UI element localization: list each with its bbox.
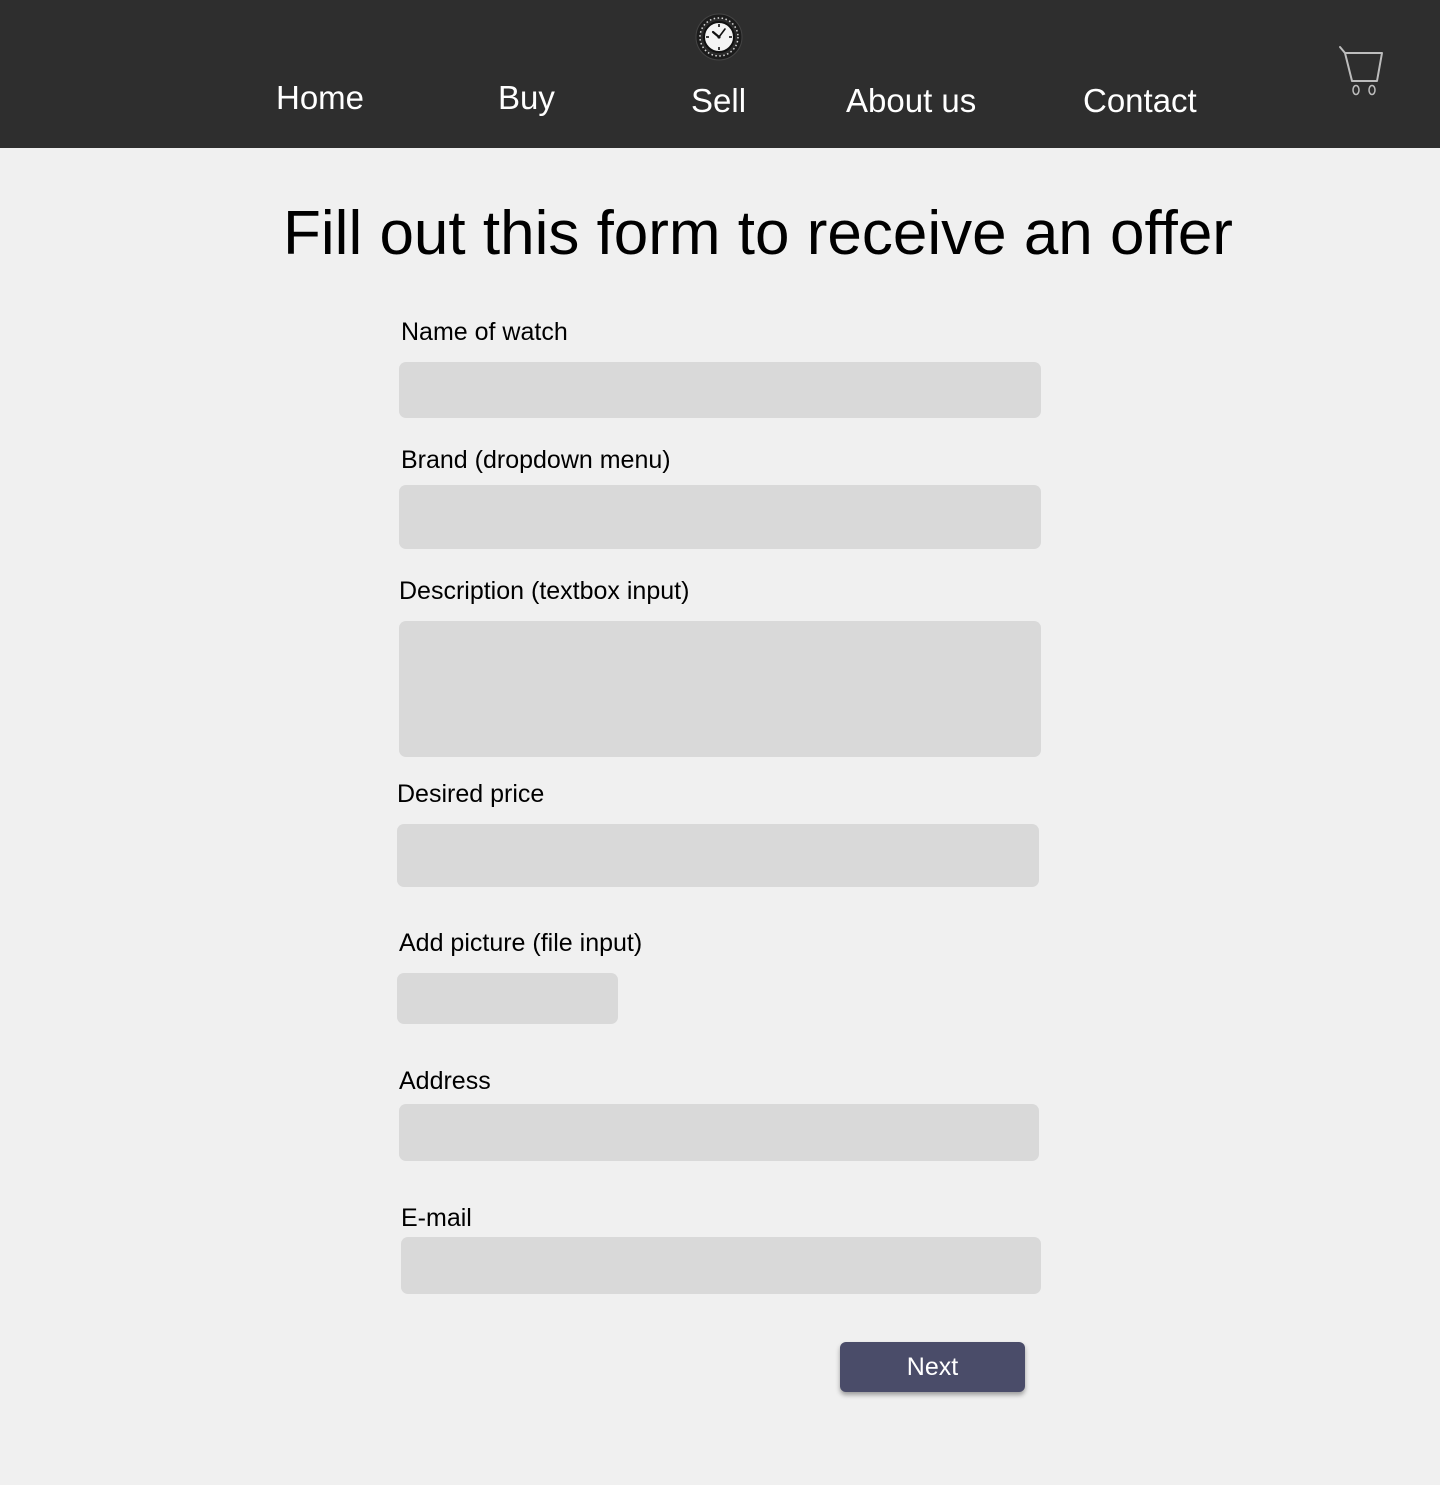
description-textbox[interactable]	[399, 621, 1041, 757]
watch-name-input[interactable]	[399, 362, 1041, 418]
watch-clock-icon[interactable]	[695, 13, 743, 61]
brand-dropdown[interactable]	[399, 485, 1041, 549]
email-label: E-mail	[401, 1204, 472, 1232]
email-field[interactable]	[401, 1237, 1041, 1294]
nav-home[interactable]: Home	[276, 78, 364, 118]
address-input[interactable]	[399, 1104, 1039, 1161]
nav-about-us[interactable]: About us	[846, 81, 976, 121]
nav-sell[interactable]: Sell	[691, 81, 746, 121]
shopping-cart-icon[interactable]	[1336, 44, 1386, 98]
description-label: Description (textbox input)	[399, 577, 690, 605]
page-title: Fill out this form to receive an offer	[283, 199, 1233, 268]
watch-name-label: Name of watch	[401, 318, 568, 346]
brand-label: Brand (dropdown menu)	[401, 446, 671, 474]
price-label: Desired price	[397, 780, 545, 808]
address-label: Address	[399, 1067, 491, 1095]
picture-label: Add picture (file input)	[399, 929, 643, 957]
nav-buy[interactable]: Buy	[498, 78, 555, 118]
top-nav-bar: Home Buy Sell About us Contact	[0, 0, 1440, 148]
price-input[interactable]	[397, 824, 1039, 887]
picture-file-input[interactable]	[397, 973, 618, 1024]
nav-contact[interactable]: Contact	[1083, 81, 1197, 121]
next-button[interactable]: Next	[840, 1342, 1025, 1392]
